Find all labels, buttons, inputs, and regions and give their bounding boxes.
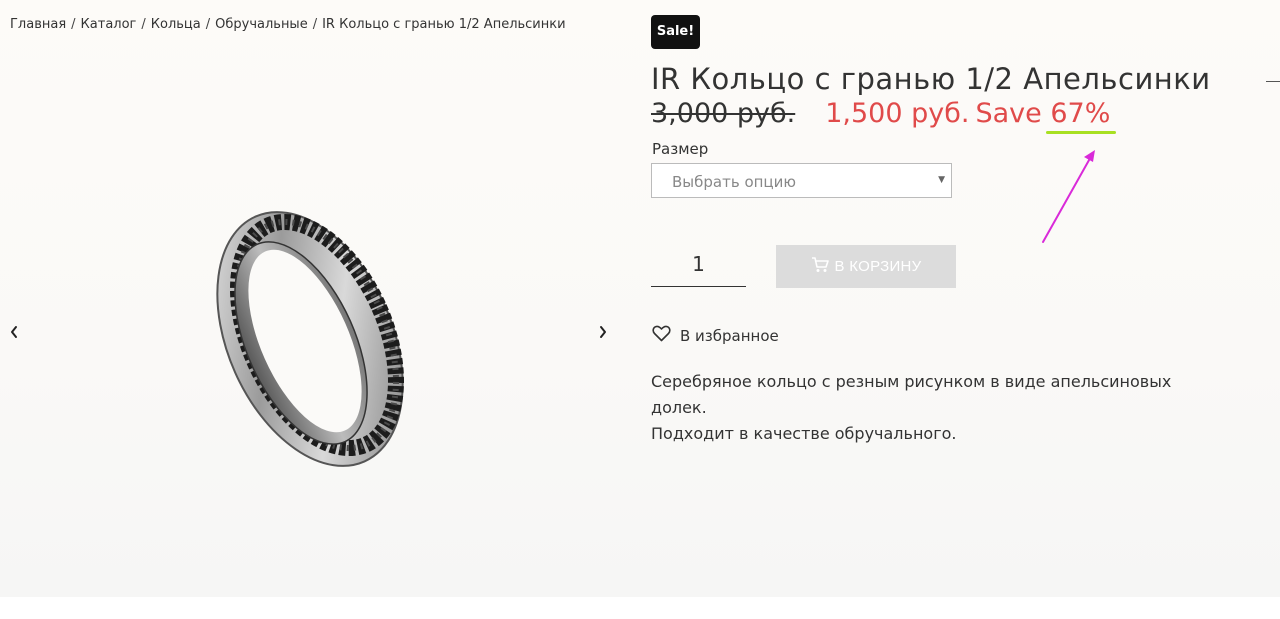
- product-title: IR Кольцо с гранью 1/2 Апельсинки: [651, 62, 1211, 96]
- size-select-value: Выбрать опцию: [672, 173, 797, 191]
- breadcrumb-rings[interactable]: Кольца: [151, 17, 201, 32]
- dropdown-arrow-icon: ▼: [938, 175, 945, 185]
- wishlist-link[interactable]: В избранное: [652, 325, 779, 346]
- price-row: 3,000 руб. 1,500 руб. Save 67%: [651, 98, 1117, 134]
- breadcrumb: Главная / Каталог / Кольца / Обручальные / IR Ко…: [10, 17, 566, 32]
- side-divider: [1266, 81, 1280, 82]
- product-page: Главная / Каталог / Кольца / Обручальные / IR Ко…: [0, 0, 1280, 597]
- product-image-ring[interactable]: [205, 205, 420, 479]
- add-to-cart-label: В КОРЗИНУ: [834, 258, 922, 275]
- save-label: Save: [975, 98, 1042, 129]
- cart-icon: [811, 256, 829, 277]
- breadcrumb-separator: /: [71, 17, 76, 32]
- chevron-left-icon[interactable]: [6, 323, 22, 343]
- description-line: Серебряное кольцо с резным рисунком в ви…: [651, 372, 1172, 391]
- size-select[interactable]: Выбрать опцию ▼: [651, 163, 952, 198]
- breadcrumb-home[interactable]: Главная: [10, 17, 66, 32]
- wishlist-label: В избранное: [680, 326, 779, 345]
- annotation-arrow-icon: [1035, 145, 1105, 249]
- heart-icon: [652, 325, 671, 346]
- add-to-cart-button[interactable]: В КОРЗИНУ: [776, 245, 956, 288]
- sale-badge: Sale!: [651, 15, 700, 49]
- size-label: Размер: [652, 140, 709, 158]
- breadcrumb-catalog[interactable]: Каталог: [81, 17, 137, 32]
- top-clipped-text: [652, 0, 772, 2]
- quantity-input[interactable]: 1: [651, 246, 746, 287]
- breadcrumb-wedding[interactable]: Обручальные: [215, 17, 308, 32]
- chevron-right-icon[interactable]: [595, 323, 611, 343]
- description-line: долек.: [651, 398, 707, 417]
- old-price: 3,000 руб.: [651, 98, 796, 129]
- save-percent: 67%: [1046, 98, 1117, 134]
- page-bottom: [0, 597, 1280, 619]
- product-description: Серебряное кольцо с резным рисунком в ви…: [651, 369, 1221, 447]
- description-line: Подходит в качестве обручального.: [651, 424, 957, 443]
- breadcrumb-separator: /: [312, 17, 318, 32]
- breadcrumb-separator: /: [141, 17, 146, 32]
- breadcrumb-current: IR Кольцо с гранью 1/2 Апельсинки: [322, 17, 566, 32]
- sale-price: 1,500 руб.: [825, 98, 970, 129]
- breadcrumb-separator: /: [205, 17, 211, 32]
